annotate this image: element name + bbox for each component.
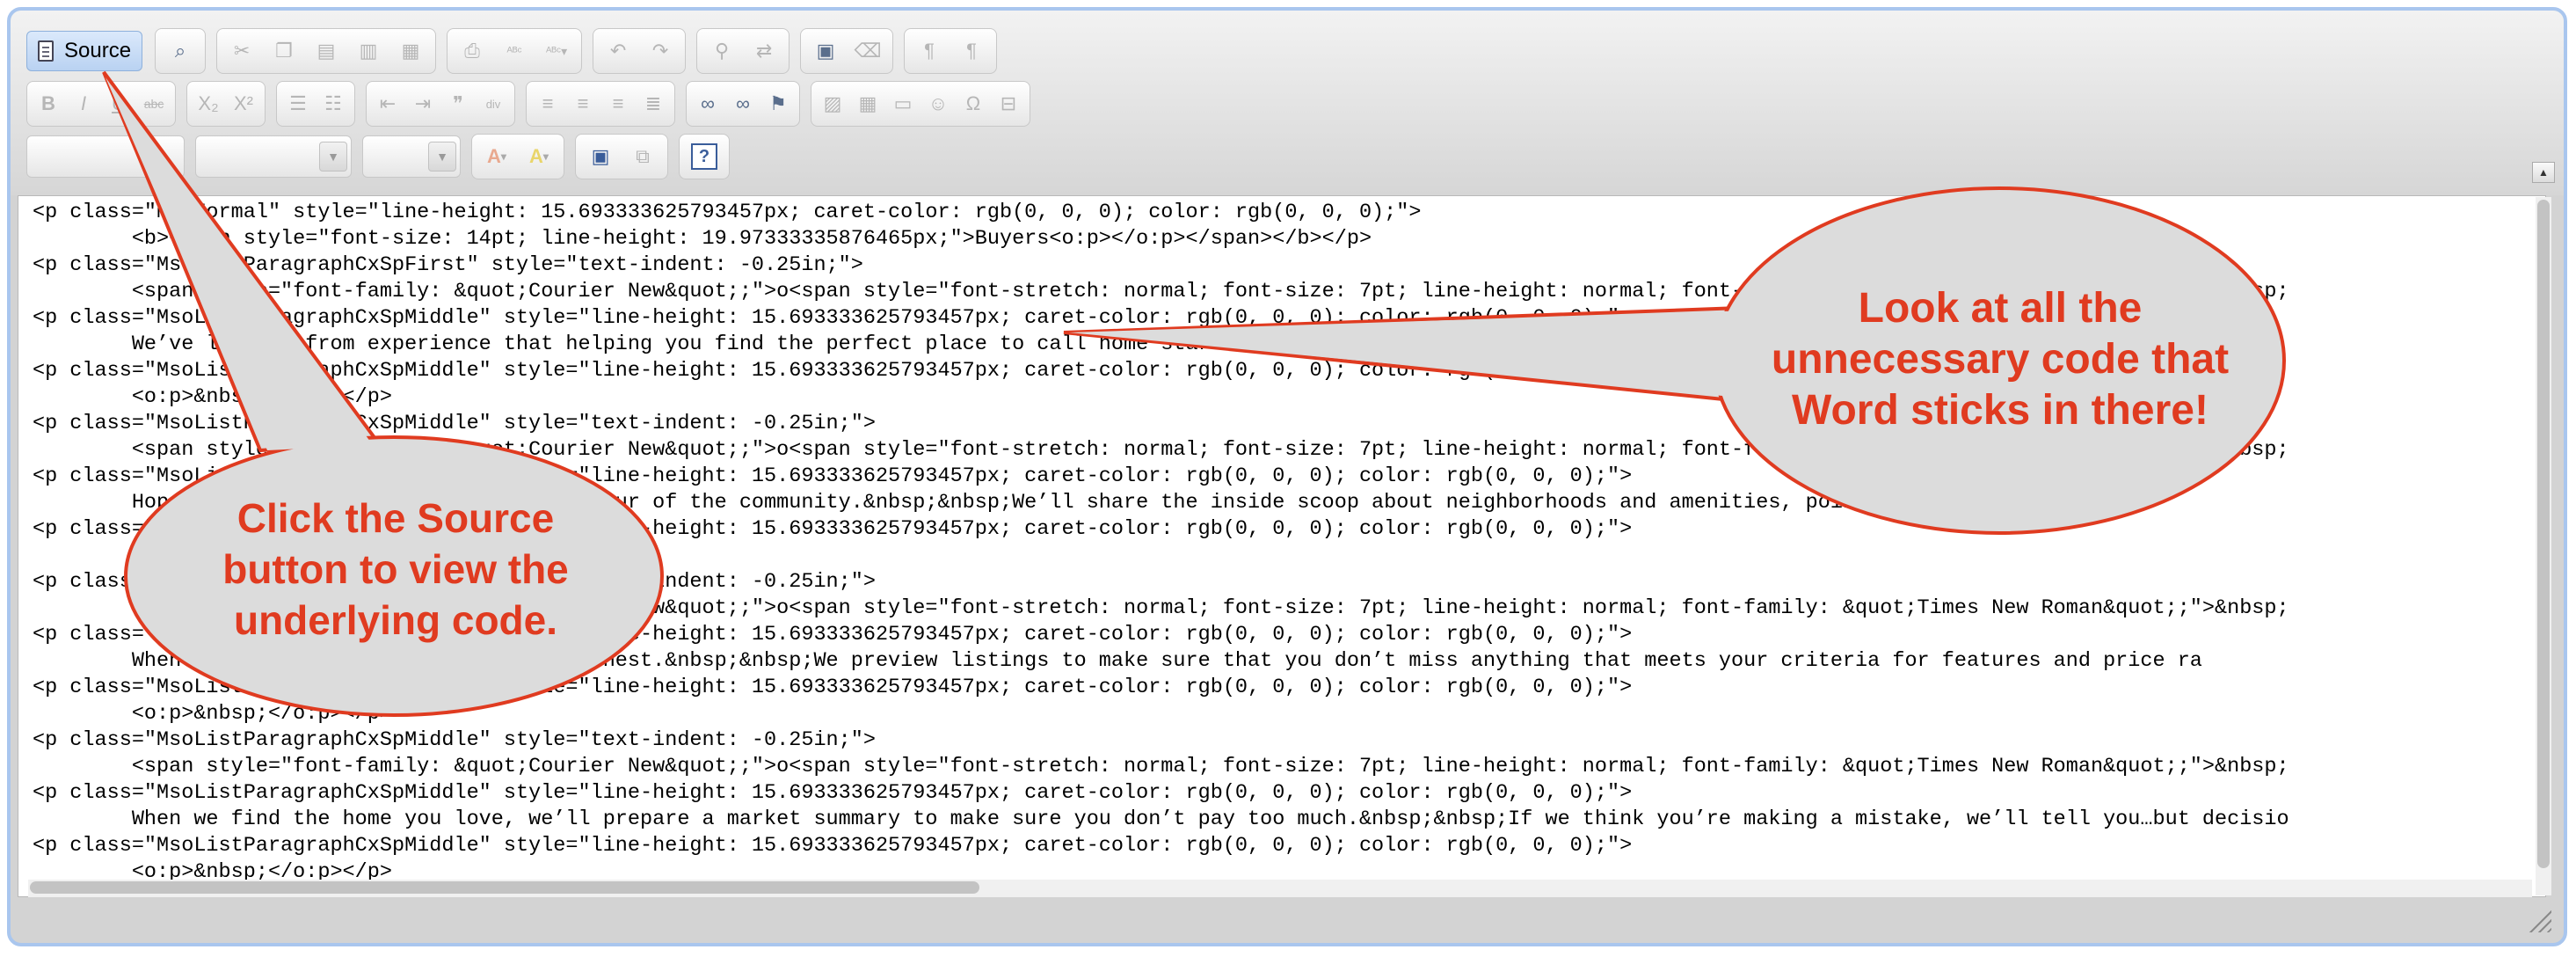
code-callout-pointer-cover <box>1069 310 1750 398</box>
callout-line: Click the Source <box>236 495 555 541</box>
callout-line: underlying code. <box>233 597 558 643</box>
code-callout-text: Look at all the unnecessary code that Wo… <box>1723 283 2277 436</box>
callout-line: Look at all the <box>1858 285 2143 332</box>
annotation-overlay <box>102 70 2286 717</box>
source-callout-text: Click the Source button to view the unde… <box>141 493 651 646</box>
callout-line: unnecessary code that <box>1771 336 2230 383</box>
source-callout-pointer <box>102 70 382 453</box>
callout-line: button to view the <box>222 546 569 592</box>
callout-line: Word sticks in there! <box>1792 387 2209 434</box>
